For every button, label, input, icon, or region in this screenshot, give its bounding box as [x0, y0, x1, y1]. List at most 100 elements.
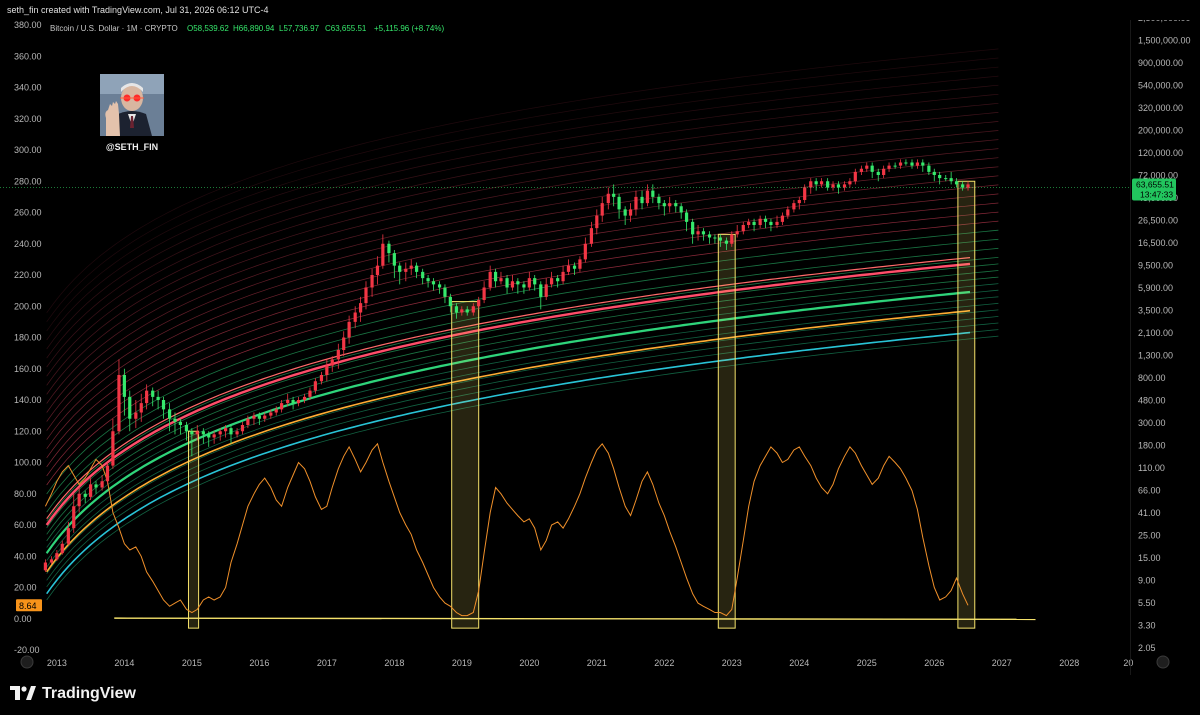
- x-axis-tick-label: 2021: [587, 658, 607, 668]
- x-axis-tick-label: 2017: [317, 658, 337, 668]
- x-axis-tick-label: 2014: [114, 658, 134, 668]
- candle-body: [819, 181, 824, 185]
- candle-body: [910, 162, 914, 166]
- x-axis-tick-label: 2013: [47, 658, 67, 668]
- candle-body: [752, 221, 756, 225]
- chart-canvas[interactable]: 380.00 360.00 340.00 320.00 300.00 280.00 260.…: [0, 0, 1200, 675]
- candle-body: [173, 418, 177, 422]
- candle-body: [347, 321, 351, 338]
- candle-body: [803, 187, 807, 200]
- candle-body: [533, 278, 537, 285]
- right-axis-tick-label: 480.00: [1138, 396, 1166, 406]
- candle-body: [623, 209, 627, 216]
- right-axis-tick-label: 26,500.00: [1138, 216, 1178, 226]
- candle-body: [111, 431, 115, 466]
- candle-body: [471, 306, 475, 313]
- left-axis-tick-label: 180.00: [14, 333, 42, 343]
- candle-body: [786, 209, 790, 216]
- footer: TradingView: [0, 675, 1200, 715]
- candle-body: [190, 431, 194, 435]
- right-axis-tick-label: 25.00: [1138, 531, 1161, 541]
- candle-body: [184, 425, 189, 432]
- left-axis-tick-label: 320.00: [14, 114, 42, 124]
- candle-body: [269, 412, 273, 416]
- avatar-handle: @SETH_FIN: [98, 139, 166, 155]
- candle-body: [809, 181, 813, 188]
- header-text: seth_fin created with TradingView.com, J…: [7, 5, 269, 15]
- x-axis-tick-label: 2023: [722, 658, 742, 668]
- candle-body: [409, 265, 413, 269]
- candle-body: [893, 165, 897, 167]
- candle-body: [657, 196, 661, 204]
- right-axis-tick-label: 5,900.00: [1138, 283, 1173, 293]
- candle-body: [122, 375, 126, 397]
- candle-body: [139, 403, 143, 413]
- candle-body: [775, 221, 779, 225]
- right-axis-tick-label: 1,500,000.00: [1138, 36, 1191, 46]
- left-axis-tick-label: 380.00: [14, 20, 42, 30]
- right-axis-tick-label: 9.00: [1138, 576, 1156, 586]
- candle-body: [145, 390, 149, 404]
- candle-body: [66, 528, 70, 544]
- candle-body: [887, 165, 891, 169]
- left-axis-tick-label: 240.00: [14, 239, 42, 249]
- candle-body: [296, 400, 301, 404]
- candle-body: [859, 168, 863, 172]
- candle-body: [735, 231, 739, 235]
- candle-body: [477, 300, 481, 307]
- candle-body: [454, 306, 459, 313]
- candle-body: [207, 434, 211, 438]
- candle-body: [634, 196, 638, 210]
- candle-body: [375, 265, 380, 275]
- right-axis-divider: [1130, 0, 1131, 675]
- candle-body: [724, 240, 728, 244]
- candle-body: [674, 203, 678, 207]
- candle-body: [291, 400, 295, 404]
- x-axis-tick-label: 2028: [1059, 658, 1079, 668]
- candle-body: [286, 400, 290, 404]
- candle-body: [561, 271, 565, 282]
- candle-body: [691, 221, 695, 235]
- candle-body: [364, 287, 368, 304]
- candle-body: [769, 221, 773, 225]
- candle-body: [421, 271, 425, 279]
- right-axis-tick-label: 180.00: [1138, 441, 1166, 451]
- candle-body: [865, 165, 869, 169]
- candle-body: [426, 278, 430, 282]
- candle-body: [617, 196, 621, 210]
- candle-body: [684, 212, 689, 222]
- candle-body: [870, 165, 874, 172]
- candle-body: [510, 281, 515, 288]
- right-axis-tick-label: 1,300.00: [1138, 351, 1173, 361]
- candle-body: [128, 396, 132, 419]
- candle-body: [589, 228, 594, 244]
- candle-body: [404, 268, 408, 272]
- left-axis-tick-label: 80.00: [14, 489, 37, 499]
- x-axis-tick-label: 2025: [857, 658, 877, 668]
- candle-body: [308, 390, 312, 397]
- tradingview-logo[interactable]: TradingView: [10, 685, 136, 703]
- candle-body: [100, 481, 104, 488]
- candle-body: [505, 278, 509, 288]
- chart-area[interactable]: 380.00 360.00 340.00 320.00 300.00 280.00 260.…: [0, 0, 1200, 675]
- candle-body: [645, 190, 650, 204]
- x-axis-tick-label: 2018: [384, 658, 404, 668]
- left-axis-tick-label: 200.00: [14, 301, 42, 311]
- candle-body: [668, 203, 672, 207]
- right-axis-tick-label: 16,500.00: [1138, 238, 1178, 248]
- right-axis-tick-label: 120,000.00: [1138, 148, 1183, 158]
- candle-body: [527, 278, 531, 288]
- axis-settings-icon: [1156, 655, 1170, 669]
- candle-body: [826, 181, 830, 188]
- candle-body: [713, 237, 717, 239]
- candle-body: [94, 484, 98, 488]
- candle-body: [600, 203, 604, 216]
- candle-body: [544, 284, 548, 297]
- ohlc-close: C63,655.51: [325, 24, 367, 33]
- candle-body: [572, 265, 577, 269]
- right-axis-tick-label: 15.00: [1138, 553, 1161, 563]
- tradingview-brand: TradingView: [42, 685, 136, 702]
- highlight-window: [957, 180, 976, 629]
- x-axis-tick-label: 2016: [249, 658, 269, 668]
- candle-body: [701, 231, 706, 235]
